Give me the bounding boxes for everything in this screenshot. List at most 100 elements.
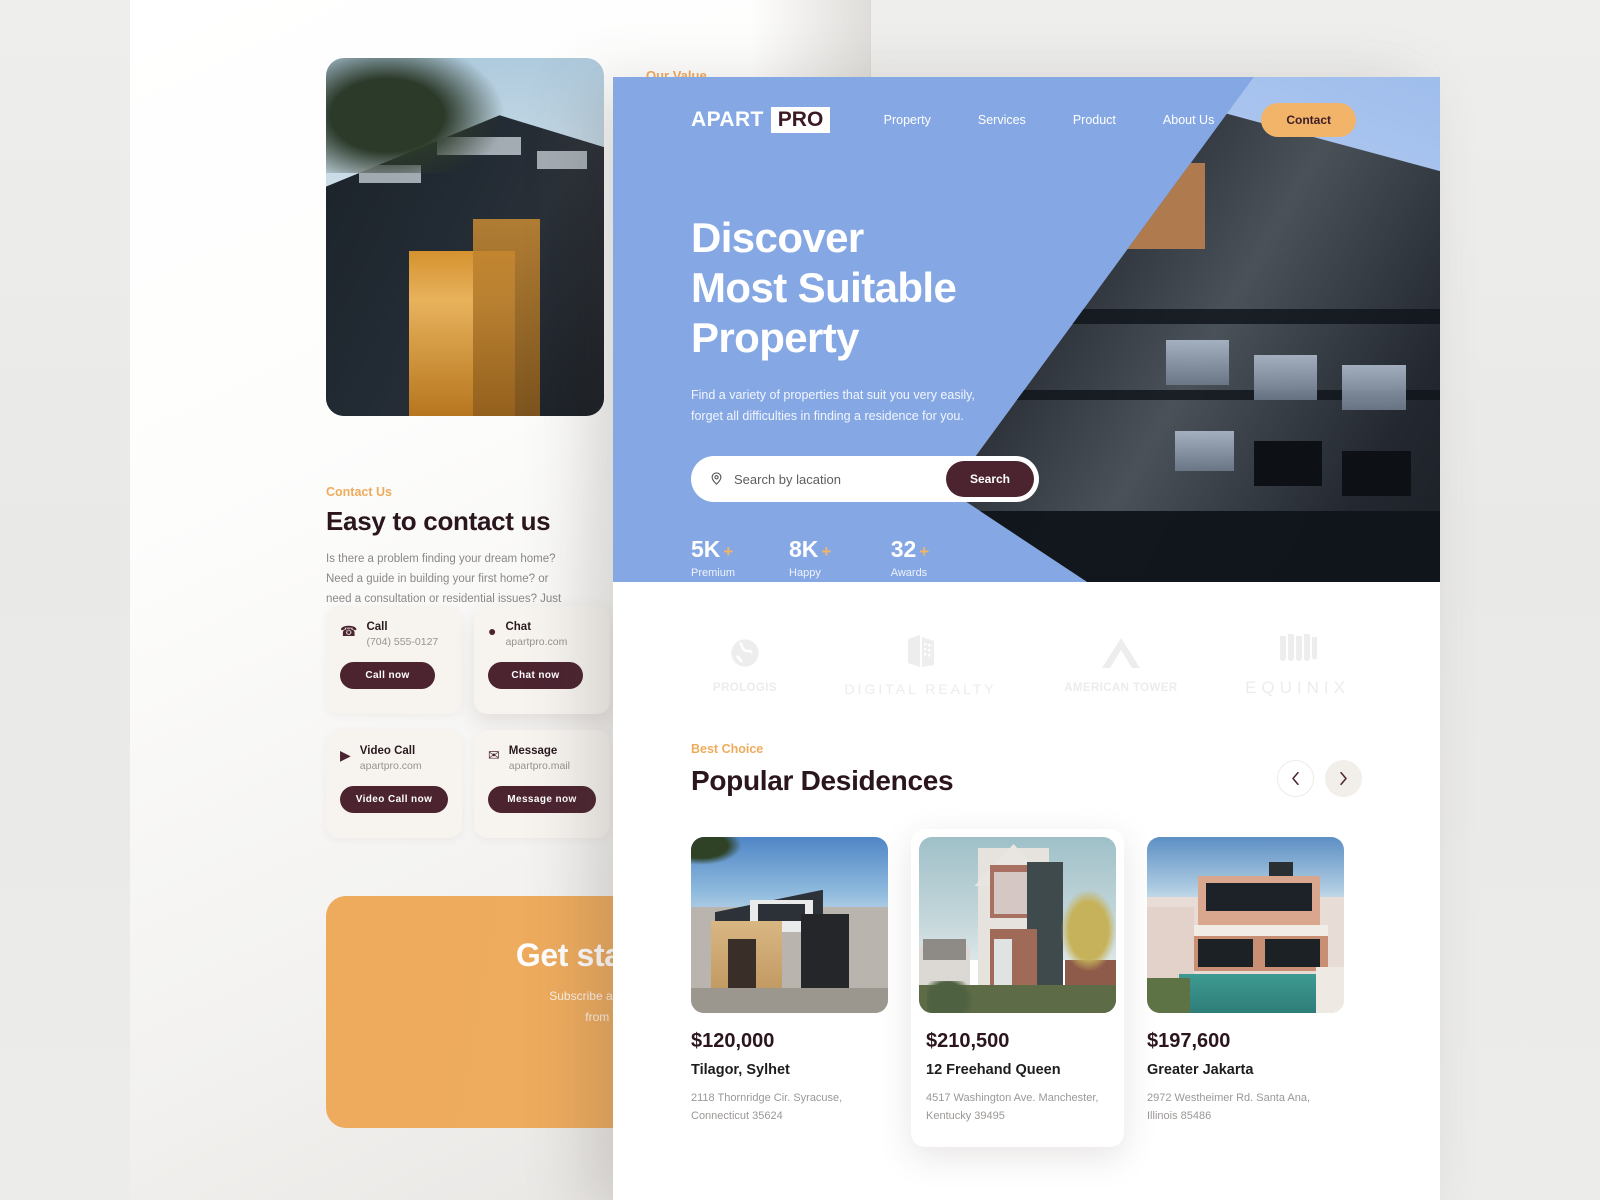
contact-card-message[interactable]: ✉ Message apartpro.mail Message now [474, 730, 610, 838]
contact-card-name: Call [366, 621, 388, 633]
hero-title: Discover Most Suitable Property [691, 213, 1440, 363]
search-bar: Search [691, 456, 1039, 503]
property-image [1147, 837, 1344, 1013]
carousel-arrows [1277, 760, 1362, 797]
logo-name: EQUINIX [1245, 678, 1350, 697]
stat-caption-line1: Premium [691, 567, 736, 580]
partner-logos: PROLOGIS DIGITAL REALTY AMERICAN TOWER E… [613, 582, 1440, 742]
property-price: $197,600 [1147, 1030, 1231, 1052]
property-address-line2: Connecticut 35624 [691, 1110, 783, 1123]
popular-label: Best Choice [691, 742, 764, 756]
contact-card-name: Message [508, 745, 558, 757]
property-card[interactable]: $120,000 Tilagor, Sylhet 2118 Thornridge… [691, 837, 888, 1147]
property-image [919, 837, 1116, 1013]
property-address-line1: 2118 Thornridge Cir. Syracuse, [691, 1092, 843, 1104]
nav-item-product[interactable]: Product [1073, 113, 1116, 127]
popular-residences-section: Best Choice Popular Desidences $120,000 … [613, 742, 1440, 1148]
property-address-line2: Illinois 85486 [1147, 1110, 1212, 1123]
contact-card-value: apartpro.mail [508, 760, 571, 772]
stat-plus: + [821, 542, 832, 562]
property-price: $120,000 [691, 1030, 775, 1052]
stat-caption-line1: Awards [890, 567, 928, 580]
nav-item-property[interactable]: Property [884, 113, 931, 127]
logo-american-tower: AMERICAN TOWER [1064, 636, 1177, 694]
columns-icon [1277, 632, 1319, 671]
property-address: 2972 Westheimer Rd. Santa Ana, Illinois … [1147, 1089, 1344, 1125]
contact-title: Easy to contact us [326, 506, 551, 536]
brand-pro: PRO [770, 107, 831, 133]
property-image [691, 837, 888, 1013]
value-hero-image [326, 58, 604, 416]
chat-now-button[interactable]: Chat now [488, 662, 583, 689]
stat-plus: + [919, 542, 930, 562]
stat-premium-product: 5K+ PremiumProduct [691, 536, 735, 582]
contact-card-call[interactable]: ☎ Call (704) 555-0127 Call now [326, 606, 462, 714]
contact-label: Contact Us [326, 485, 392, 499]
mail-icon: ✉ [488, 747, 500, 763]
hero-section: APART PRO Property Services Product Abou… [613, 77, 1440, 582]
property-address: 2118 Thornridge Cir. Syracuse, Connectic… [691, 1089, 888, 1125]
nav-item-about-us[interactable]: About Us [1163, 113, 1214, 127]
location-pin-icon [709, 471, 724, 488]
foreground-page: APART PRO Property Services Product Abou… [613, 77, 1440, 1200]
chevron-up-icon [1098, 636, 1144, 675]
property-address-line1: 4517 Washington Ave. Manchester, [926, 1092, 1099, 1104]
contact-card-value: (704) 555-0127 [366, 636, 439, 648]
call-now-button[interactable]: Call now [340, 662, 435, 689]
popular-title: Popular Desidences [691, 765, 954, 796]
logo-prologis: PROLOGIS [713, 636, 777, 694]
stat-number: 5K [691, 536, 721, 563]
chat-icon: ● [488, 623, 497, 639]
logo-name: AMERICAN TOWER [1064, 682, 1178, 694]
logo-name: PROLOGIS [713, 682, 777, 694]
message-now-button[interactable]: Message now [488, 786, 596, 813]
search-button[interactable]: Search [945, 461, 1034, 498]
property-address-line2: Kentucky 39495 [926, 1110, 1005, 1123]
logo-equinix: EQUINIX [1245, 632, 1350, 698]
property-price: $210,500 [926, 1030, 1010, 1052]
property-address: 4517 Washington Ave. Manchester, Kentuck… [919, 1089, 1116, 1125]
contact-card-name: Chat [505, 621, 532, 633]
nav-item-services[interactable]: Services [978, 113, 1026, 127]
search-input[interactable] [734, 471, 946, 487]
contact-card-chat[interactable]: ● Chat apartpro.com Chat now [474, 606, 610, 714]
property-address-line1: 2972 Westheimer Rd. Santa Ana, [1147, 1092, 1311, 1104]
property-name: Greater Jakarta [1147, 1062, 1254, 1078]
stat-number: 8K [789, 536, 819, 563]
globe-icon [728, 636, 762, 675]
building-icon [906, 633, 936, 674]
brand-logo[interactable]: APART PRO [691, 107, 831, 133]
stat-happy-customer: 8K+ HappyCustomer [789, 536, 837, 582]
stat-plus: + [723, 542, 734, 562]
chevron-left-icon[interactable] [1277, 760, 1314, 797]
logo-digital-realty: DIGITAL REALTY [844, 633, 996, 697]
video-call-now-button[interactable]: Video Call now [340, 786, 448, 813]
stat-caption-line1: Happy [789, 567, 821, 580]
property-card[interactable]: $197,600 Greater Jakarta 2972 Westheimer… [1147, 837, 1344, 1147]
nav-links: Property Services Product About Us Conta… [884, 103, 1356, 137]
contact-card-value: apartpro.com [359, 760, 422, 772]
chevron-right-icon[interactable] [1325, 760, 1362, 797]
contact-card-value: apartpro.com [505, 636, 568, 648]
hero-title-line1: Discover [691, 214, 864, 261]
property-name: Tilagor, Sylhet [691, 1062, 790, 1078]
top-navigation: APART PRO Property Services Product Abou… [613, 77, 1440, 137]
logo-name: DIGITAL REALTY [844, 681, 997, 697]
stat-number: 32 [890, 536, 917, 563]
contact-button[interactable]: Contact [1261, 103, 1356, 137]
contact-card-video[interactable]: ▶ Video Call apartpro.com Video Call now [326, 730, 462, 838]
property-name: 12 Freehand Queen [926, 1062, 1061, 1078]
contact-card-name: Video Call [359, 745, 416, 757]
property-card[interactable]: $210,500 12 Freehand Queen 4517 Washingt… [911, 829, 1124, 1148]
hero-title-line3: Property [691, 313, 860, 361]
video-icon: ▶ [340, 747, 351, 763]
brand-apart: APART [691, 108, 764, 131]
hero-subtitle: Find a variety of properties that suit y… [691, 387, 975, 423]
property-cards: $120,000 Tilagor, Sylhet 2118 Thornridge… [613, 797, 1440, 1148]
contact-card-grid: ☎ Call (704) 555-0127 Call now ● Chat ap… [326, 606, 610, 838]
hero-stats: 5K+ PremiumProduct 8K+ HappyCustomer 32+… [691, 536, 1440, 582]
stat-awards-winning: 32+ AwardsWinning [891, 536, 931, 582]
phone-icon: ☎ [340, 623, 358, 639]
hero-title-line2: Most Suitable [691, 263, 957, 311]
popular-header: Best Choice Popular Desidences [613, 742, 1440, 797]
